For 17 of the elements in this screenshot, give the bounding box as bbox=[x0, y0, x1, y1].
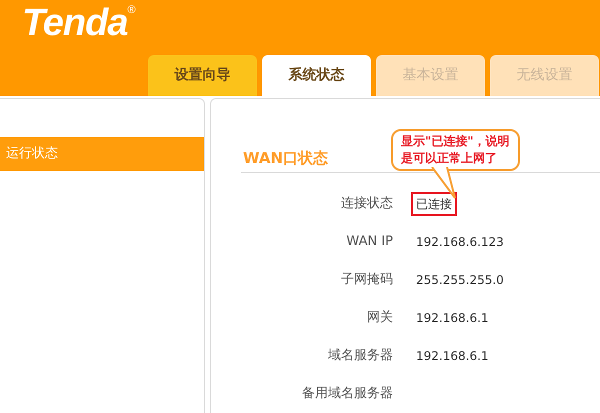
field-label: 子网掩码 bbox=[340, 271, 394, 290]
callout-tail bbox=[431, 167, 457, 199]
nav-tab[interactable]: 系统状态 bbox=[262, 55, 371, 96]
field-value: 已连接 bbox=[411, 192, 457, 216]
field-label: 域名服务器 bbox=[327, 347, 394, 366]
field-label: WAN IP bbox=[345, 233, 394, 252]
logo: Tenda$^{®}$ bbox=[22, 2, 135, 45]
field-value: 192.168.6.1 bbox=[415, 310, 490, 327]
sidebar-item[interactable]: 运行状态 bbox=[0, 137, 204, 171]
field-value: 192.168.6.1 bbox=[415, 348, 490, 365]
field-label: 连接状态 bbox=[340, 195, 394, 214]
section-title: WAN口状态 bbox=[242, 148, 328, 169]
field-value: 255.255.255.0 bbox=[415, 272, 505, 289]
field-label: 备用域名服务器 bbox=[301, 385, 394, 404]
field-label: 网关 bbox=[366, 309, 394, 328]
field-value: 192.168.6.123 bbox=[415, 234, 505, 251]
nav-tab[interactable]: 设置向导 bbox=[148, 55, 257, 96]
